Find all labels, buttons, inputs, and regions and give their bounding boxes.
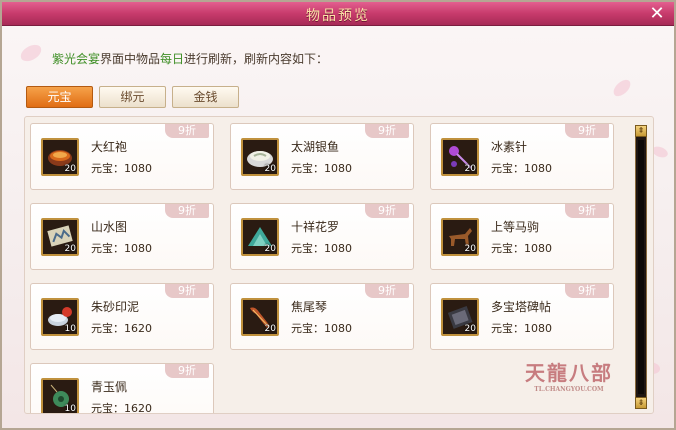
item-price: 元宝：1080: [291, 162, 352, 175]
item-slot[interactable]: 20: [41, 138, 79, 176]
item-quantity: 20: [64, 164, 76, 174]
discount-badge: 9折: [365, 204, 409, 218]
scroll-down-button[interactable]: ⇟: [635, 397, 647, 409]
item-slot[interactable]: 20: [241, 138, 279, 176]
item-price: 元宝：1620: [91, 322, 152, 335]
item-name: 冰素针: [491, 140, 528, 154]
item-price: 元宝：1080: [491, 162, 552, 175]
info-text: 界面中物品: [100, 52, 161, 66]
petal-decoration: [18, 42, 44, 64]
item-price: 元宝：1080: [491, 242, 552, 255]
scroll-track[interactable]: [638, 140, 644, 394]
item-slot[interactable]: 20: [441, 138, 479, 176]
title-bar: 物品预览 ✕: [2, 2, 674, 26]
info-text: 进行刷新，刷新内容如下：: [184, 52, 329, 66]
discount-badge: 9折: [165, 204, 209, 218]
discount-badge: 9折: [565, 124, 609, 138]
item-price: 元宝：1080: [291, 322, 352, 335]
item-card[interactable]: 9折 10 青玉佩 元宝：1620: [30, 363, 214, 414]
vertical-scrollbar[interactable]: ⇞ ⇟: [635, 125, 647, 409]
item-name: 太湖银鱼: [291, 140, 340, 154]
item-quantity: 20: [64, 244, 76, 254]
item-slot[interactable]: 10: [41, 378, 79, 414]
item-card[interactable]: 9折 20 焦尾琴 元宝：1080: [230, 283, 414, 350]
item-card[interactable]: 9折 20 上等马驹 元宝：1080: [430, 203, 614, 270]
item-slot[interactable]: 20: [241, 218, 279, 256]
discount-badge: 9折: [365, 124, 409, 138]
item-quantity: 20: [464, 244, 476, 254]
discount-badge: 9折: [165, 284, 209, 298]
item-quantity: 20: [264, 164, 276, 174]
tab-gold[interactable]: 金钱: [172, 86, 239, 108]
item-quantity: 10: [64, 404, 76, 414]
item-card[interactable]: 9折 10 朱砂印泥 元宝：1620: [30, 283, 214, 350]
refresh-frequency: 每日: [160, 52, 185, 66]
item-quantity: 20: [264, 324, 276, 334]
item-card[interactable]: 9折 20 太湖银鱼 元宝：1080: [230, 123, 414, 190]
item-price: 元宝：1080: [491, 322, 552, 335]
item-quantity: 20: [264, 244, 276, 254]
item-name: 多宝塔碑帖: [491, 300, 552, 314]
discount-badge: 9折: [165, 364, 209, 378]
item-price: 元宝：1080: [91, 242, 152, 255]
refresh-info-text: 紫光会宴界面中物品每日进行刷新，刷新内容如下：: [52, 50, 328, 67]
item-name: 朱砂印泥: [91, 300, 140, 314]
discount-badge: 9折: [365, 284, 409, 298]
item-slot[interactable]: 10: [41, 298, 79, 336]
discount-badge: 9折: [565, 284, 609, 298]
scroll-up-button[interactable]: ⇞: [635, 125, 647, 137]
item-price: 元宝：1620: [91, 402, 152, 414]
item-card[interactable]: 9折 20 冰素针 元宝：1080: [430, 123, 614, 190]
item-list-panel: 9折 20 大红袍 元宝：1080 9折 20 太湖银鱼 元宝：1080 9折 …: [24, 116, 654, 414]
item-card[interactable]: 9折 20 十祥花罗 元宝：1080: [230, 203, 414, 270]
window-title: 物品预览: [306, 8, 370, 24]
item-name: 上等马驹: [491, 220, 540, 234]
tab-yuanbao[interactable]: 元宝: [26, 86, 93, 108]
item-quantity: 20: [464, 324, 476, 334]
item-slot[interactable]: 20: [241, 298, 279, 336]
event-name: 紫光会宴: [52, 52, 101, 66]
item-name: 焦尾琴: [291, 300, 328, 314]
item-slot[interactable]: 20: [441, 218, 479, 256]
petal-decoration: [610, 77, 634, 99]
item-price: 元宝：1080: [91, 162, 152, 175]
game-logo-watermark: 天龍八部 TL.CHANGYOU.COM: [525, 361, 613, 393]
item-card[interactable]: 9折 20 多宝塔碑帖 元宝：1080: [430, 283, 614, 350]
item-name: 青玉佩: [91, 380, 128, 394]
item-quantity: 20: [464, 164, 476, 174]
item-card[interactable]: 9折 20 大红袍 元宝：1080: [30, 123, 214, 190]
item-slot[interactable]: 20: [41, 218, 79, 256]
discount-badge: 9折: [165, 124, 209, 138]
tab-bound-yuanbao[interactable]: 绑元: [99, 86, 166, 108]
item-name: 十祥花罗: [291, 220, 340, 234]
discount-badge: 9折: [565, 204, 609, 218]
item-price: 元宝：1080: [291, 242, 352, 255]
item-name: 山水图: [91, 220, 128, 234]
close-button[interactable]: ✕: [648, 5, 666, 23]
item-preview-window: 物品预览 ✕ 紫光会宴界面中物品每日进行刷新，刷新内容如下： 元宝 绑元 金钱 …: [0, 0, 676, 430]
item-slot[interactable]: 20: [441, 298, 479, 336]
item-quantity: 10: [64, 324, 76, 334]
item-card[interactable]: 9折 20 山水图 元宝：1080: [30, 203, 214, 270]
item-name: 大红袍: [91, 140, 128, 154]
